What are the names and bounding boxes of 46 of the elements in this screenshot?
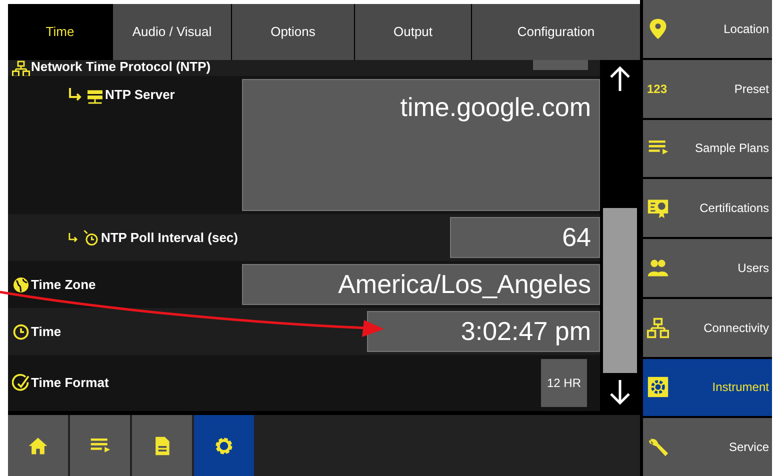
sidebar-item[interactable]: Users — [643, 239, 772, 297]
gear-icon — [647, 376, 669, 398]
check-circle-icon — [12, 374, 30, 392]
sidebar-item[interactable]: Service — [643, 418, 772, 476]
network-icon — [12, 60, 30, 76]
certificate-icon — [647, 197, 669, 220]
settings-button[interactable] — [194, 415, 254, 476]
tab[interactable]: Time — [8, 4, 112, 60]
tab[interactable]: Options — [231, 4, 354, 60]
sidebar-item[interactable]: 123 Preset — [643, 60, 772, 118]
server-icon — [86, 88, 104, 106]
value-field[interactable]: time.google.com — [242, 78, 600, 212]
home-button[interactable] — [8, 415, 68, 476]
list-button[interactable] — [70, 415, 130, 476]
clock-icon — [12, 322, 30, 341]
value-field[interactable]: 64 — [450, 217, 600, 258]
network-icon — [647, 316, 669, 339]
setting-label: Time Format — [31, 376, 109, 390]
indent-arrow-icon — [68, 88, 82, 102]
scrollbar-thumb[interactable] — [603, 208, 637, 373]
sidebar-item[interactable]: Certifications — [643, 179, 772, 237]
up-arrow-icon[interactable] — [609, 66, 631, 92]
value-field[interactable]: America/Los_Angeles — [242, 264, 600, 306]
numbers-icon: 123 — [647, 80, 668, 98]
timer-icon — [82, 228, 100, 247]
tab[interactable]: Configuration — [471, 4, 640, 60]
sidebar-item[interactable]: Connectivity — [643, 298, 772, 356]
format-button[interactable]: 12 HR — [541, 359, 587, 407]
setting-label: NTP Poll Interval (sec) — [100, 230, 238, 245]
setting-label: NTP Server — [105, 88, 175, 104]
down-arrow-icon[interactable] — [609, 379, 631, 405]
sidebar-item[interactable]: Instrument — [643, 358, 772, 416]
value-field[interactable]: 3:02:47 pm — [367, 311, 600, 352]
sidebar-item[interactable]: Sample Plans — [643, 120, 772, 178]
setting-label: Network Time Protocol (NTP) — [31, 60, 211, 76]
globe-icon — [12, 276, 30, 294]
setting-label: Time — [31, 324, 62, 339]
location-pin-icon — [647, 18, 669, 40]
tab[interactable]: Output — [354, 4, 471, 60]
wrench-icon — [647, 436, 669, 458]
indent-arrow-icon — [68, 230, 78, 245]
toggle-control[interactable] — [533, 60, 588, 70]
sidebar-item[interactable]: Location — [643, 0, 772, 58]
tab[interactable]: Audio / Visual — [112, 4, 231, 60]
setting-label: Time Zone — [31, 278, 96, 292]
document-button[interactable] — [132, 415, 192, 476]
